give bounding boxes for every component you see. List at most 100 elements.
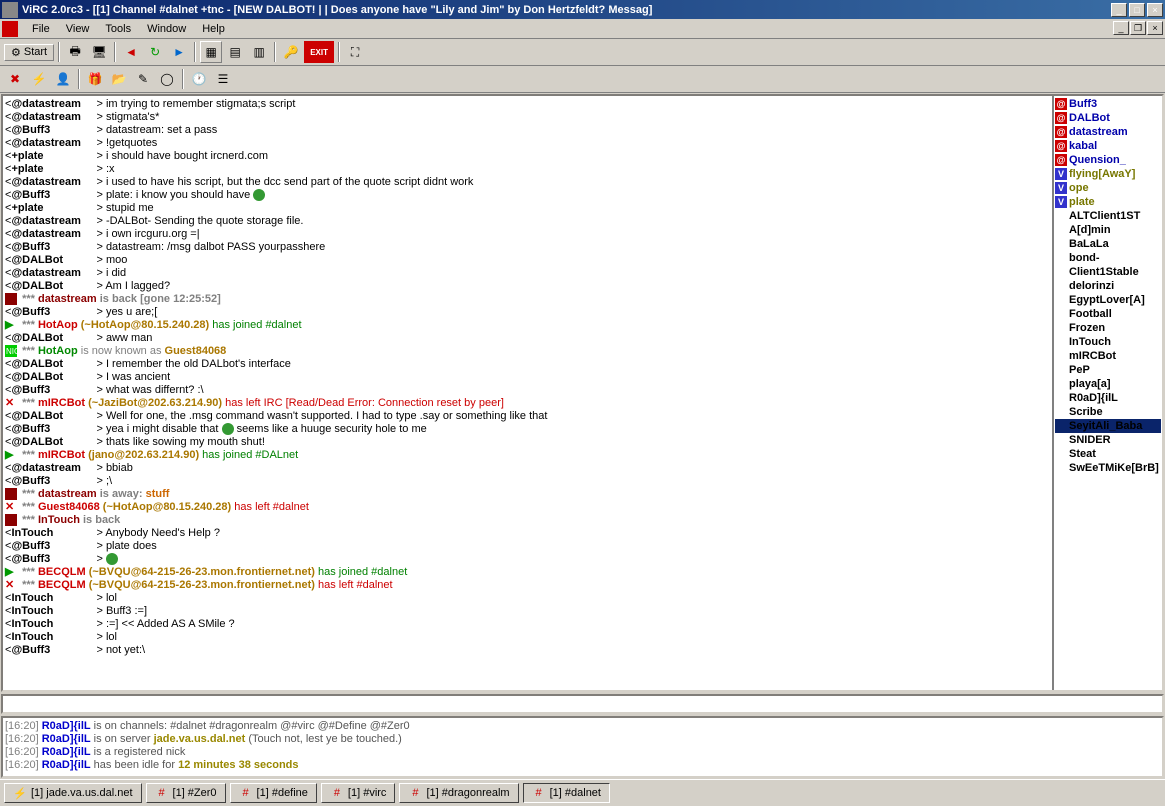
window-tab[interactable]: ⚡[1] jade.va.us.dal.net: [4, 783, 142, 803]
exit-button[interactable]: EXIT: [304, 41, 334, 63]
chat-line: <@Buff3> yea i might disable that seems …: [5, 423, 1050, 436]
nicklist-item[interactable]: @Quension_: [1055, 153, 1161, 167]
nicklist-item[interactable]: SNIDER: [1055, 433, 1161, 447]
layout1-icon[interactable]: ▦: [200, 41, 222, 63]
away-icon: [5, 514, 17, 526]
nicklist-item[interactable]: bond-: [1055, 251, 1161, 265]
join-icon: ▶: [5, 319, 17, 331]
tool-clock-icon[interactable]: 🕐: [188, 68, 210, 90]
nicklist-item[interactable]: Vplate: [1055, 195, 1161, 209]
refresh-icon[interactable]: ↻: [144, 41, 166, 63]
nicklist[interactable]: @Buff3@DALBot@datastream@kabal@Quension_…: [1052, 96, 1162, 690]
nicklist-item[interactable]: @kabal: [1055, 139, 1161, 153]
mdi-close-button[interactable]: ×: [1147, 21, 1163, 35]
window-title: ViRC 2.0rc3 - [[1] Channel #dalnet +tnc …: [22, 4, 1111, 16]
titlebar: ViRC 2.0rc3 - [[1] Channel #dalnet +tnc …: [0, 0, 1165, 19]
key-icon[interactable]: 🔑: [280, 41, 302, 63]
nicklist-item[interactable]: SeyitAli_Baba: [1055, 419, 1161, 433]
nicklist-item[interactable]: delorinzi: [1055, 279, 1161, 293]
nicklist-item[interactable]: mIRCBot: [1055, 349, 1161, 363]
chat-line: <@Buff3> datastream: set a pass: [5, 124, 1050, 137]
window-tab[interactable]: #[1] #dragonrealm: [399, 783, 518, 803]
message-input[interactable]: [3, 696, 1162, 712]
chat-line: <+plate> i should have bought ircnerd.co…: [5, 150, 1050, 163]
nicklist-item[interactable]: Steat: [1055, 447, 1161, 461]
chat-line: <@datastream> im trying to remember stig…: [5, 98, 1050, 111]
nicklist-item[interactable]: Football: [1055, 307, 1161, 321]
chat-line: <@DALBot> I remember the old DALbot's in…: [5, 358, 1050, 371]
smiley-icon: [253, 189, 265, 201]
input-row: [1, 694, 1164, 714]
tool-list-icon[interactable]: ☰: [212, 68, 234, 90]
mdi-minimize-button[interactable]: _: [1113, 21, 1129, 35]
window-tab[interactable]: #[1] #virc: [321, 783, 396, 803]
join-icon: ▶: [5, 449, 17, 461]
status-line: [16:20] R0aD]{ilL is a registered nick: [5, 746, 1160, 759]
nicklist-item[interactable]: @DALBot: [1055, 111, 1161, 125]
nicklist-item[interactable]: Scribe: [1055, 405, 1161, 419]
nicklist-item[interactable]: SwEeTMiKe[BrB]: [1055, 461, 1161, 475]
menu-view[interactable]: View: [58, 21, 98, 37]
status-pane: [16:20] R0aD]{ilL is on channels: #dalne…: [1, 716, 1164, 778]
chat-line: *** InTouch is back: [5, 514, 1050, 527]
menu-help[interactable]: Help: [194, 21, 233, 37]
tool-gift-icon[interactable]: 🎁: [84, 68, 106, 90]
chat-line: <@Buff3> ;\: [5, 475, 1050, 488]
nicklist-item[interactable]: PeP: [1055, 363, 1161, 377]
nicklist-item[interactable]: InTouch: [1055, 335, 1161, 349]
menu-window[interactable]: Window: [139, 21, 194, 37]
expand-icon[interactable]: ⛶: [344, 41, 366, 63]
menu-tools[interactable]: Tools: [97, 21, 139, 37]
layout2-icon[interactable]: ▤: [224, 41, 246, 63]
chat-line: ▶ *** BECQLM (~BVQU@64-215-26-23.mon.fro…: [5, 566, 1050, 579]
start-button[interactable]: ⚙ Start: [4, 44, 54, 61]
nicklist-item[interactable]: ALTClient1ST: [1055, 209, 1161, 223]
nicklist-item[interactable]: EgyptLover[A]: [1055, 293, 1161, 307]
chat-line: <InTouch> lol: [5, 631, 1050, 644]
nicklist-item[interactable]: @Buff3: [1055, 97, 1161, 111]
chat-pane[interactable]: <@datastream> im trying to remember stig…: [3, 96, 1052, 690]
window-tab[interactable]: #[1] #define: [230, 783, 317, 803]
op-icon: @: [1055, 154, 1067, 166]
nicklist-item[interactable]: Frozen: [1055, 321, 1161, 335]
close-button[interactable]: ×: [1147, 3, 1163, 17]
nicklist-item[interactable]: Vflying[AwaY]: [1055, 167, 1161, 181]
forward-icon[interactable]: ►: [168, 41, 190, 63]
nicklist-item[interactable]: playa[a]: [1055, 377, 1161, 391]
tab-label: [1] #dalnet: [550, 787, 601, 799]
computer-icon[interactable]: 🖥: [88, 41, 110, 63]
chat-line: <+plate> stupid me: [5, 202, 1050, 215]
tool-circle-icon[interactable]: ◯: [156, 68, 178, 90]
chat-line: <@Buff3> datastream: /msg dalbot PASS yo…: [5, 241, 1050, 254]
nicklist-item[interactable]: A[d]min: [1055, 223, 1161, 237]
chat-line: ▶ *** mIRCBot (jano@202.63.214.90) has j…: [5, 449, 1050, 462]
nicklist-item[interactable]: @datastream: [1055, 125, 1161, 139]
tool-red-icon[interactable]: ✖: [4, 68, 26, 90]
nicklist-item[interactable]: Client1Stable: [1055, 265, 1161, 279]
window-tab[interactable]: #[1] #Zer0: [146, 783, 226, 803]
chat-line: <@DALBot> Well for one, the .msg command…: [5, 410, 1050, 423]
nicklist-item[interactable]: R0aD]{ilL: [1055, 391, 1161, 405]
back-icon[interactable]: ◄: [120, 41, 142, 63]
voice-icon: V: [1055, 168, 1067, 180]
tool-open-icon[interactable]: 📂: [108, 68, 130, 90]
chat-line: <@datastream> stigmata's*: [5, 111, 1050, 124]
minimize-button[interactable]: _: [1111, 3, 1127, 17]
window-tab[interactable]: #[1] #dalnet: [523, 783, 610, 803]
channel-icon: #: [408, 786, 422, 800]
chat-line: <@Buff3>: [5, 553, 1050, 566]
menu-file[interactable]: File: [24, 21, 58, 37]
mdi-restore-button[interactable]: ❐: [1130, 21, 1146, 35]
layout3-icon[interactable]: ▥: [248, 41, 270, 63]
nicklist-item[interactable]: BaLaLa: [1055, 237, 1161, 251]
tool-user-icon[interactable]: 👤: [52, 68, 74, 90]
nicklist-item[interactable]: Vope: [1055, 181, 1161, 195]
status-line: [16:20] R0aD]{ilL has been idle for 12 m…: [5, 759, 1160, 772]
chat-line: <InTouch> Anybody Need's Help ?: [5, 527, 1050, 540]
menubar: File View Tools Window Help _ ❐ ×: [0, 19, 1165, 39]
chat-line: <@DALBot> thats like sowing my mouth shu…: [5, 436, 1050, 449]
tool-edit-icon[interactable]: ✎: [132, 68, 154, 90]
tool-link-icon[interactable]: ⚡: [28, 68, 50, 90]
print-icon[interactable]: 🖶: [64, 41, 86, 63]
maximize-button[interactable]: □: [1129, 3, 1145, 17]
